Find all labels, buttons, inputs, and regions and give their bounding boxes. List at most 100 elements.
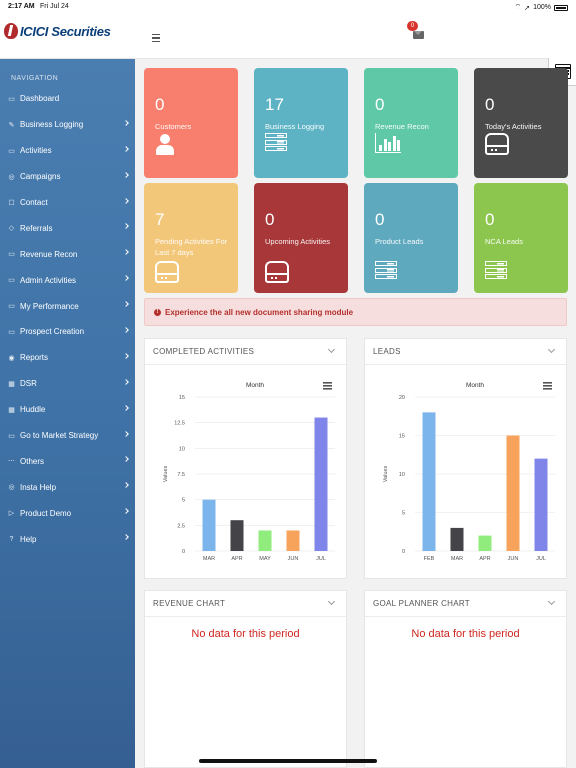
chart-menu-icon[interactable] (543, 382, 552, 390)
sidebar-item-label: Referrals (20, 223, 53, 233)
y-tick-label: 5 (402, 511, 405, 517)
announcement-banner[interactable]: ! Experience the all new document sharin… (144, 298, 567, 326)
sidebar-item-reports[interactable]: ◉ Reports (0, 345, 135, 371)
tile-customers[interactable]: 0 Customers (144, 68, 238, 178)
sidebar-item-product-demo[interactable]: ▷ Product Demo (0, 500, 135, 526)
sidebar-item-admin-activities[interactable]: ▭ Admin Activities (0, 267, 135, 293)
chevron-right-icon (123, 275, 129, 282)
sidebar-item-campaigns[interactable]: ◎ Campaigns (0, 164, 135, 190)
chevron-right-icon (123, 223, 129, 230)
hard-drive-icon (265, 261, 289, 283)
sidebar-item-help[interactable]: ? Help (0, 526, 135, 552)
tile-value: 0 (375, 95, 385, 114)
chevron-right-icon (123, 378, 129, 385)
sidebar-item-huddle[interactable]: ▦ Huddle (0, 397, 135, 423)
menu-toggle-button[interactable] (146, 30, 166, 46)
chevron-down-icon[interactable] (547, 345, 556, 354)
ellipsis-icon: ⋯ (8, 458, 15, 466)
tile-product-leads[interactable]: 0 Product Leads (364, 183, 458, 293)
sidebar-item-label: Product Demo (20, 508, 72, 518)
completed-activities-header[interactable]: COMPLETED ACTIVITIES (145, 339, 346, 365)
chevron-right-icon (123, 404, 129, 411)
tile-today-s-activities[interactable]: 0 Today's Activities (474, 68, 568, 178)
chevron-right-icon (123, 327, 129, 333)
y-tick-label: 15 (399, 434, 405, 440)
sidebar-item-others[interactable]: ⋯ Others (0, 448, 135, 474)
sidebar-item-label: Reports (20, 353, 49, 363)
chevron-right-icon (123, 145, 129, 152)
folder-icon: ▭ (8, 432, 15, 440)
tile-upcoming-activities[interactable]: 0 Upcoming Activities (254, 183, 348, 293)
x-tick-label: JUN (288, 556, 299, 562)
chevron-right-icon (123, 249, 129, 256)
sidebar-item-my-performance[interactable]: ▭ My Performance (0, 293, 135, 319)
server-icon (265, 133, 287, 153)
sidebar-item-prospect-creation[interactable]: ▭ Prospect Creation (0, 319, 135, 345)
home-indicator (199, 759, 377, 763)
sidebar-item-activities[interactable]: ▭ Activities (0, 138, 135, 164)
tile-revenue-recon[interactable]: 0 Revenue Recon (364, 68, 458, 178)
tile-value: 17 (265, 95, 284, 114)
leads-header[interactable]: LEADS (365, 339, 566, 365)
sidebar-item-insta-help[interactable]: ◎ Insta Help (0, 474, 135, 500)
bar-mar (450, 527, 464, 551)
tile-value: 0 (265, 210, 275, 229)
completed-activities-chart: Month 0 2.5 5 7.5 10 12.5 15 Values MAR APR MAY JUN J… (163, 382, 335, 562)
logo[interactable]: ICICI Securities (4, 23, 111, 39)
chevron-right-icon (123, 120, 129, 126)
target-icon: ◎ (8, 484, 15, 492)
goal-planner-panel: GOAL PLANNER CHART No data for this peri… (364, 590, 567, 768)
tile-value: 0 (155, 95, 165, 114)
folder-icon: ▭ (8, 303, 15, 311)
sidebar-item-revenue-recon[interactable]: ▭ Revenue Recon (0, 241, 135, 267)
tile-label: Pending Activities For Last 7 days (155, 237, 228, 257)
bar-jun (506, 435, 520, 551)
sidebar-item-contact[interactable]: ☐ Contact (0, 190, 135, 216)
y-axis-label: Values (383, 466, 389, 483)
brush-icon: ✎ (8, 121, 15, 129)
tile-label: Business Logging (265, 122, 325, 131)
chevron-right-icon (123, 508, 129, 515)
tile-value: 0 (485, 210, 495, 229)
y-tick-label: 10 (179, 446, 185, 452)
revenue-chart-header[interactable]: REVENUE CHART (145, 591, 346, 617)
y-tick-label: 20 (399, 395, 405, 401)
chart-menu-icon[interactable] (323, 382, 332, 390)
chevron-down-icon[interactable] (327, 597, 336, 606)
leads-panel: LEADS Month 0 5 10 15 20 Values FEB MAR APR JUN JUL (364, 338, 567, 579)
tile-value: 7 (155, 210, 165, 229)
grid-icon: ▦ (8, 380, 15, 388)
x-tick-label: FEB (424, 556, 435, 562)
chevron-down-icon[interactable] (547, 597, 556, 606)
folder-icon: ▭ (8, 147, 15, 155)
sidebar-item-go-to-market-strategy[interactable]: ▭ Go to Market Strategy (0, 423, 135, 449)
revenue-no-data: No data for this period (191, 628, 300, 640)
sidebar-item-dashboard[interactable]: ▭ Dashboard (0, 86, 135, 112)
sidebar-item-label: DSR (20, 379, 37, 389)
bar-mar (202, 499, 216, 551)
chevron-right-icon (123, 301, 129, 307)
battery-icon (554, 4, 568, 11)
chevron-right-icon (123, 456, 129, 463)
nav-list: ▭ Dashboard ✎ Business Logging ▭ Activities ◎ C… (0, 86, 135, 552)
sidebar-item-business-logging[interactable]: ✎ Business Logging (0, 112, 135, 138)
tile-nca-leads[interactable]: 0 NCA Leads (474, 183, 568, 293)
y-tick-label: 5 (182, 498, 185, 504)
tile-label: Today's Activities (485, 122, 542, 131)
tile-pending-activities-for-last-7-days[interactable]: 7 Pending Activities For Last 7 days (144, 183, 238, 293)
tile-label: NCA Leads (485, 237, 523, 246)
y-tick-label: 7.5 (177, 472, 185, 478)
chevron-down-icon[interactable] (327, 345, 336, 354)
goal-planner-header[interactable]: GOAL PLANNER CHART (365, 591, 566, 617)
sidebar-item-dsr[interactable]: ▦ DSR (0, 371, 135, 397)
y-tick-label: 10 (399, 472, 405, 478)
bar-apr (230, 520, 244, 551)
mail-icon[interactable] (413, 31, 424, 39)
tile-business-logging[interactable]: 17 Business Logging (254, 68, 348, 178)
hard-drive-icon (155, 261, 179, 283)
tag-icon: ◇ (8, 225, 15, 233)
tile-label: Customers (155, 122, 192, 131)
sidebar-item-referrals[interactable]: ◇ Referrals (0, 215, 135, 241)
bar-jul (314, 417, 328, 551)
help-icon: ? (9, 535, 14, 543)
